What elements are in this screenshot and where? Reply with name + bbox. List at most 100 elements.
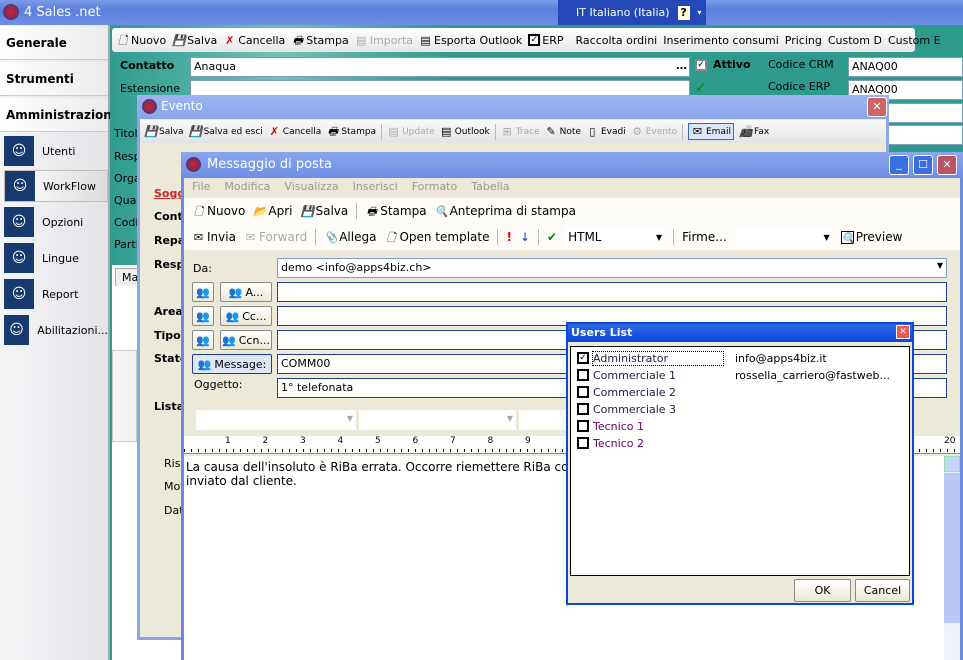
salva-esci-button[interactable]: 💾 Salva ed esci	[189, 125, 263, 138]
sidebar-item-workflow[interactable]: ☺ WorkFlow	[4, 170, 108, 202]
close-button[interactable]: ✕	[896, 325, 910, 339]
sidebar-item-lingue[interactable]: ☺ Lingue	[4, 242, 108, 274]
sidebar-section-amministrazione[interactable]: Amministrazione	[0, 98, 120, 132]
user-list-item[interactable]: Commerciale 3	[577, 401, 907, 417]
spellcheck-icon[interactable]: ✔	[547, 230, 557, 244]
forward-button[interactable]: ✉ Forward	[244, 230, 307, 244]
field[interactable]	[888, 125, 963, 145]
salva-button[interactable]: 💾 Salva	[172, 34, 217, 47]
firme-select[interactable]: ▼	[734, 227, 833, 247]
menu-tabella[interactable]: Tabella	[471, 180, 509, 193]
maximize-button[interactable]: ☐	[913, 155, 933, 175]
erp-checkbox[interactable]: ✓ ERP	[528, 34, 564, 47]
nuovo-button[interactable]: 🗋 Nuovo	[116, 34, 166, 47]
da-select[interactable]: demo <info@apps4biz.ch> ▼	[277, 258, 947, 278]
sidebar-item-report[interactable]: ☺ Report	[4, 278, 108, 310]
contatto-field[interactable]: Anaqua	[190, 57, 690, 77]
scroll-thumb[interactable]	[944, 473, 960, 623]
evento-button[interactable]: ⚙ Evento	[631, 125, 677, 138]
update-button[interactable]: ▤ Update	[387, 125, 434, 138]
stampa-button[interactable]: 🖶 Stampa	[326, 125, 376, 138]
trace-button[interactable]: ⊞ Trace	[501, 125, 540, 138]
menu-modifica[interactable]: Modifica	[224, 180, 270, 193]
sidebar-item-utenti[interactable]: ☺ Utenti	[4, 135, 108, 167]
user-list-item[interactable]: ✓ Administrator info@apps4biz.it	[577, 350, 907, 366]
preview-button[interactable]: 🔍 Preview	[840, 230, 902, 245]
address-book-button[interactable]: 👥	[192, 282, 214, 302]
checkbox-icon[interactable]	[577, 386, 589, 398]
language-selector[interactable]: IT Italiano (Italia) ? ▾	[558, 0, 706, 25]
close-button[interactable]: ✕	[867, 97, 887, 117]
users-listbox[interactable]: ✓ Administrator info@apps4biz.it Commercial…	[570, 346, 910, 576]
cc-button[interactable]: 👥 Cc...	[220, 306, 272, 326]
low-priority-icon[interactable]: ↓	[520, 230, 530, 244]
importa-button[interactable]: ▤ Importa	[355, 34, 413, 47]
nuovo-button[interactable]: 🗋 Nuovo	[192, 204, 245, 218]
minimize-button[interactable]: _	[889, 155, 909, 175]
address-book-button[interactable]: 👥	[192, 330, 214, 350]
font-size-select[interactable]: ▼	[359, 410, 516, 430]
sidebar-section-generale[interactable]: Generale	[0, 26, 108, 60]
attivo-checkbox[interactable]: ✓	[695, 59, 707, 71]
vertical-scrollbar[interactable]	[944, 456, 960, 660]
message-button[interactable]: 👥 Message:	[192, 354, 272, 374]
checkbox-checked-icon[interactable]: ✓	[577, 352, 589, 364]
open-template-button[interactable]: 🗋 Open template	[384, 230, 490, 244]
cancel-button[interactable]: Cancel	[855, 579, 910, 602]
custom-d-button[interactable]: Custom D	[828, 34, 882, 47]
apri-button[interactable]: 📂 Apri	[253, 204, 292, 218]
a-button[interactable]: 👥 A...	[220, 282, 272, 302]
salva-button[interactable]: 💾 Salva	[144, 125, 184, 138]
stampa-button[interactable]: 🖶 Stampa	[365, 204, 427, 218]
cancella-button[interactable]: ✗ Cancella	[223, 34, 285, 47]
invia-button[interactable]: ✉ Invia	[192, 230, 236, 244]
export-icon: ▤	[420, 33, 431, 47]
user-list-item[interactable]: Tecnico 1	[577, 418, 907, 434]
chevron-down-icon[interactable]: ▾	[698, 8, 702, 17]
a-field[interactable]	[277, 282, 947, 302]
font-select[interactable]: ▼	[196, 410, 356, 430]
user-name: Commerciale 2	[593, 385, 677, 399]
style-select[interactable]	[519, 410, 569, 430]
checkbox-icon[interactable]	[577, 437, 589, 449]
esporta-outlook-button[interactable]: ▤ Esporta Outlook	[419, 34, 522, 47]
anteprima-button[interactable]: 🔍 Anteprima di stampa	[435, 204, 576, 218]
menu-formato[interactable]: Formato	[412, 180, 458, 193]
sidebar-item-abilitazioni[interactable]: ☺ Abilitazioni...	[4, 314, 108, 346]
ok-button[interactable]: OK	[794, 579, 851, 602]
ccn-button[interactable]: 👥 Ccn...	[220, 330, 272, 350]
sidebar-section-strumenti[interactable]: Strumenti	[0, 62, 108, 96]
browse-button[interactable]: …	[676, 59, 687, 72]
inserimento-consumi-button[interactable]: Inserimento consumi	[663, 34, 779, 47]
high-priority-icon[interactable]: !	[506, 230, 511, 244]
menu-file[interactable]: File	[192, 180, 210, 193]
help-icon[interactable]: ?	[677, 5, 690, 20]
menu-inserisci[interactable]: Inserisci	[353, 180, 398, 193]
allega-button[interactable]: 📎 Allega	[324, 230, 376, 244]
salva-button[interactable]: 💾 Salva	[300, 204, 348, 218]
evadi-button[interactable]: ▯ Evadi	[586, 125, 625, 138]
field[interactable]	[888, 103, 963, 123]
codice-crm-field[interactable]: ANAQ00	[848, 57, 963, 77]
scroll-up-button[interactable]	[944, 456, 960, 472]
close-button[interactable]: ✕	[937, 155, 957, 175]
stampa-button[interactable]: 🖶 Stampa	[291, 34, 349, 47]
raccolta-ordini-button[interactable]: Raccolta ordini	[576, 34, 658, 47]
menu-visualizza[interactable]: Visualizza	[284, 180, 338, 193]
user-list-item[interactable]: Commerciale 2	[577, 384, 907, 400]
sidebar-item-opzioni[interactable]: ☺ Opzioni	[4, 206, 108, 238]
checkbox-icon[interactable]	[577, 420, 589, 432]
outlook-button[interactable]: ▤ Outlook	[440, 125, 490, 138]
format-select[interactable]: HTML ▼	[565, 227, 666, 247]
email-button[interactable]: ✉ Email	[687, 123, 734, 140]
checkbox-icon[interactable]	[577, 369, 589, 381]
address-book-button[interactable]: 👥	[192, 306, 214, 326]
note-button[interactable]: ✎ Note	[545, 125, 581, 138]
user-list-item[interactable]: Tecnico 2	[577, 435, 907, 451]
custom-e-button[interactable]: Custom E	[888, 34, 941, 47]
cancella-button[interactable]: ✗ Cancella	[268, 125, 322, 138]
fax-button[interactable]: 📠 Fax	[739, 125, 769, 138]
checkbox-icon[interactable]	[577, 403, 589, 415]
pricing-button[interactable]: Pricing	[785, 34, 822, 47]
user-list-item[interactable]: Commerciale 1 rossella_carriero@fastweb..…	[577, 367, 907, 383]
